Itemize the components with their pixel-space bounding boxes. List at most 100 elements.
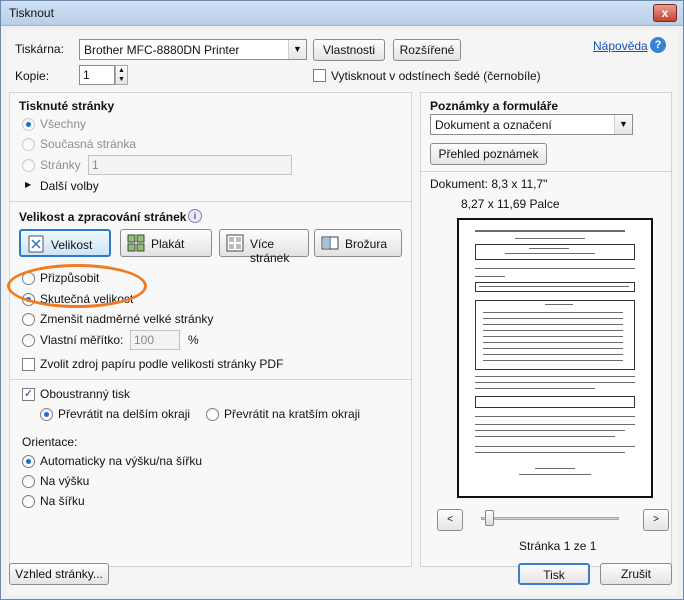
preview-box <box>475 282 635 292</box>
print-button[interactable]: Tisk <box>518 563 590 585</box>
multiple-pages-icon <box>226 234 244 252</box>
custom-scale-radio[interactable] <box>22 334 35 347</box>
preview-line <box>483 354 623 355</box>
preview-line <box>483 318 623 319</box>
orientation-landscape-radio[interactable] <box>22 495 35 508</box>
pages-range-input[interactable]: 1 <box>88 155 292 175</box>
close-button[interactable]: x <box>653 4 677 22</box>
summarize-comments-button[interactable]: Přehled poznámek <box>430 143 547 165</box>
chevron-left-icon: < <box>447 514 453 525</box>
help-icon[interactable]: ? <box>650 37 666 53</box>
pages-current-label: Současná stránka <box>40 137 137 151</box>
right-preview-panel: Poznámky a formuláře Dokument a označení… <box>420 92 672 567</box>
size-button-label: Velikost <box>51 238 93 252</box>
page-slider-track[interactable] <box>481 517 619 520</box>
percent-label: % <box>188 333 199 347</box>
paper-source-checkbox[interactable] <box>22 358 35 371</box>
divider <box>421 171 671 172</box>
preview-line <box>483 336 623 337</box>
preview-line <box>475 424 635 425</box>
comments-select-value: Dokument a označení <box>435 118 552 132</box>
preview-line <box>475 276 505 277</box>
flip-long-edge-radio[interactable] <box>40 408 53 421</box>
close-icon: x <box>661 6 669 20</box>
poster-button-label: Plakát <box>151 237 185 251</box>
pages-all-radio[interactable] <box>22 118 35 131</box>
preview-line <box>479 286 629 287</box>
flip-short-edge-radio[interactable] <box>206 408 219 421</box>
preview-line <box>475 388 595 389</box>
preview-line <box>483 348 623 349</box>
preview-line <box>483 312 623 313</box>
comments-select[interactable]: Dokument a označení ▼ <box>430 114 633 135</box>
pages-range-radio[interactable] <box>22 159 35 172</box>
orientation-auto-radio[interactable] <box>22 455 35 468</box>
page-indicator: Stránka 1 ze 1 <box>519 539 597 553</box>
page-setup-button[interactable]: Vzhled stránky... <box>9 563 109 585</box>
preview-line <box>535 468 575 469</box>
preview-line <box>529 248 569 249</box>
next-page-button[interactable]: > <box>643 509 669 531</box>
info-icon[interactable]: i <box>188 209 202 223</box>
document-size-text: Dokument: 8,3 x 11,7" <box>430 177 548 191</box>
poster-button[interactable]: Plakát <box>120 229 212 257</box>
flip-long-edge-label: Převrátit na delším okraji <box>58 407 191 421</box>
duplex-checkbox[interactable]: ✓ <box>22 388 35 401</box>
booklet-button-label: Brožura <box>345 237 388 251</box>
preview-line <box>483 342 623 343</box>
preview-line <box>475 430 625 431</box>
cancel-button[interactable]: Zrušit <box>600 563 672 585</box>
custom-scale-input[interactable]: 100 <box>130 330 180 350</box>
copies-input[interactable]: 1 <box>79 65 115 85</box>
orientation-title: Orientace: <box>22 435 78 449</box>
pages-section-title: Tisknuté stránky <box>19 99 115 113</box>
pages-current-radio[interactable] <box>22 138 35 151</box>
copies-label: Kopie: <box>15 69 50 83</box>
multiple-pages-button[interactable]: Více stránek <box>219 229 309 265</box>
multiple-pages-button-label: Více stránek <box>250 237 290 265</box>
preview-box <box>475 396 635 408</box>
orientation-portrait-radio[interactable] <box>22 475 35 488</box>
window-title: Tisknout <box>9 6 54 20</box>
pages-all-label: Všechny <box>40 117 87 131</box>
preview-line <box>475 436 615 437</box>
preview-line <box>475 446 635 447</box>
help-link[interactable]: Nápověda <box>593 39 648 53</box>
preview-line <box>483 330 623 331</box>
previous-page-button[interactable]: < <box>437 509 463 531</box>
preview-line <box>475 452 625 453</box>
preview-line <box>475 268 635 269</box>
printer-label: Tiskárna: <box>15 42 64 56</box>
highlight-annotation <box>7 264 147 308</box>
preview-line <box>483 324 623 325</box>
duplex-label: Oboustranný tisk <box>40 387 131 401</box>
preview-line <box>505 253 595 254</box>
expand-arrow-icon[interactable]: ▶ <box>25 180 31 189</box>
copies-stepper[interactable]: ▲ ▼ <box>115 65 128 85</box>
orientation-landscape-label: Na šířku <box>40 494 85 508</box>
sizing-section-title: Velikost a zpracování stránek <box>19 210 187 224</box>
grayscale-checkbox[interactable] <box>313 69 326 82</box>
print-dialog: Tisknout x Tiskárna: Brother MFC-8880DN … <box>0 0 684 600</box>
size-icon <box>28 235 44 253</box>
preview-line <box>483 360 623 361</box>
advanced-button[interactable]: Rozšířené <box>393 39 461 61</box>
flip-short-edge-label: Převrátit na kratším okraji <box>224 407 361 421</box>
chevron-down-icon: ▼ <box>614 115 632 134</box>
paper-source-label: Zvolit zdroj papíru podle velikosti strá… <box>40 357 284 371</box>
preview-line <box>475 376 635 377</box>
booklet-button[interactable]: Brožura <box>314 229 402 257</box>
booklet-icon <box>321 236 339 250</box>
preview-line <box>545 304 573 305</box>
divider <box>10 379 411 380</box>
title-bar: Tisknout x <box>1 1 683 26</box>
printer-select-value: Brother MFC-8880DN Printer <box>84 43 240 57</box>
more-options-label[interactable]: Další volby <box>40 179 99 193</box>
shrink-label: Zmenšit nadměrné velké stránky <box>40 312 214 326</box>
page-slider-thumb[interactable] <box>485 510 494 526</box>
size-button[interactable]: Velikost <box>19 229 111 257</box>
chevron-right-icon: > <box>653 514 659 525</box>
printer-select[interactable]: Brother MFC-8880DN Printer ▼ <box>79 39 307 60</box>
shrink-radio[interactable] <box>22 313 35 326</box>
properties-button[interactable]: Vlastnosti <box>313 39 385 61</box>
